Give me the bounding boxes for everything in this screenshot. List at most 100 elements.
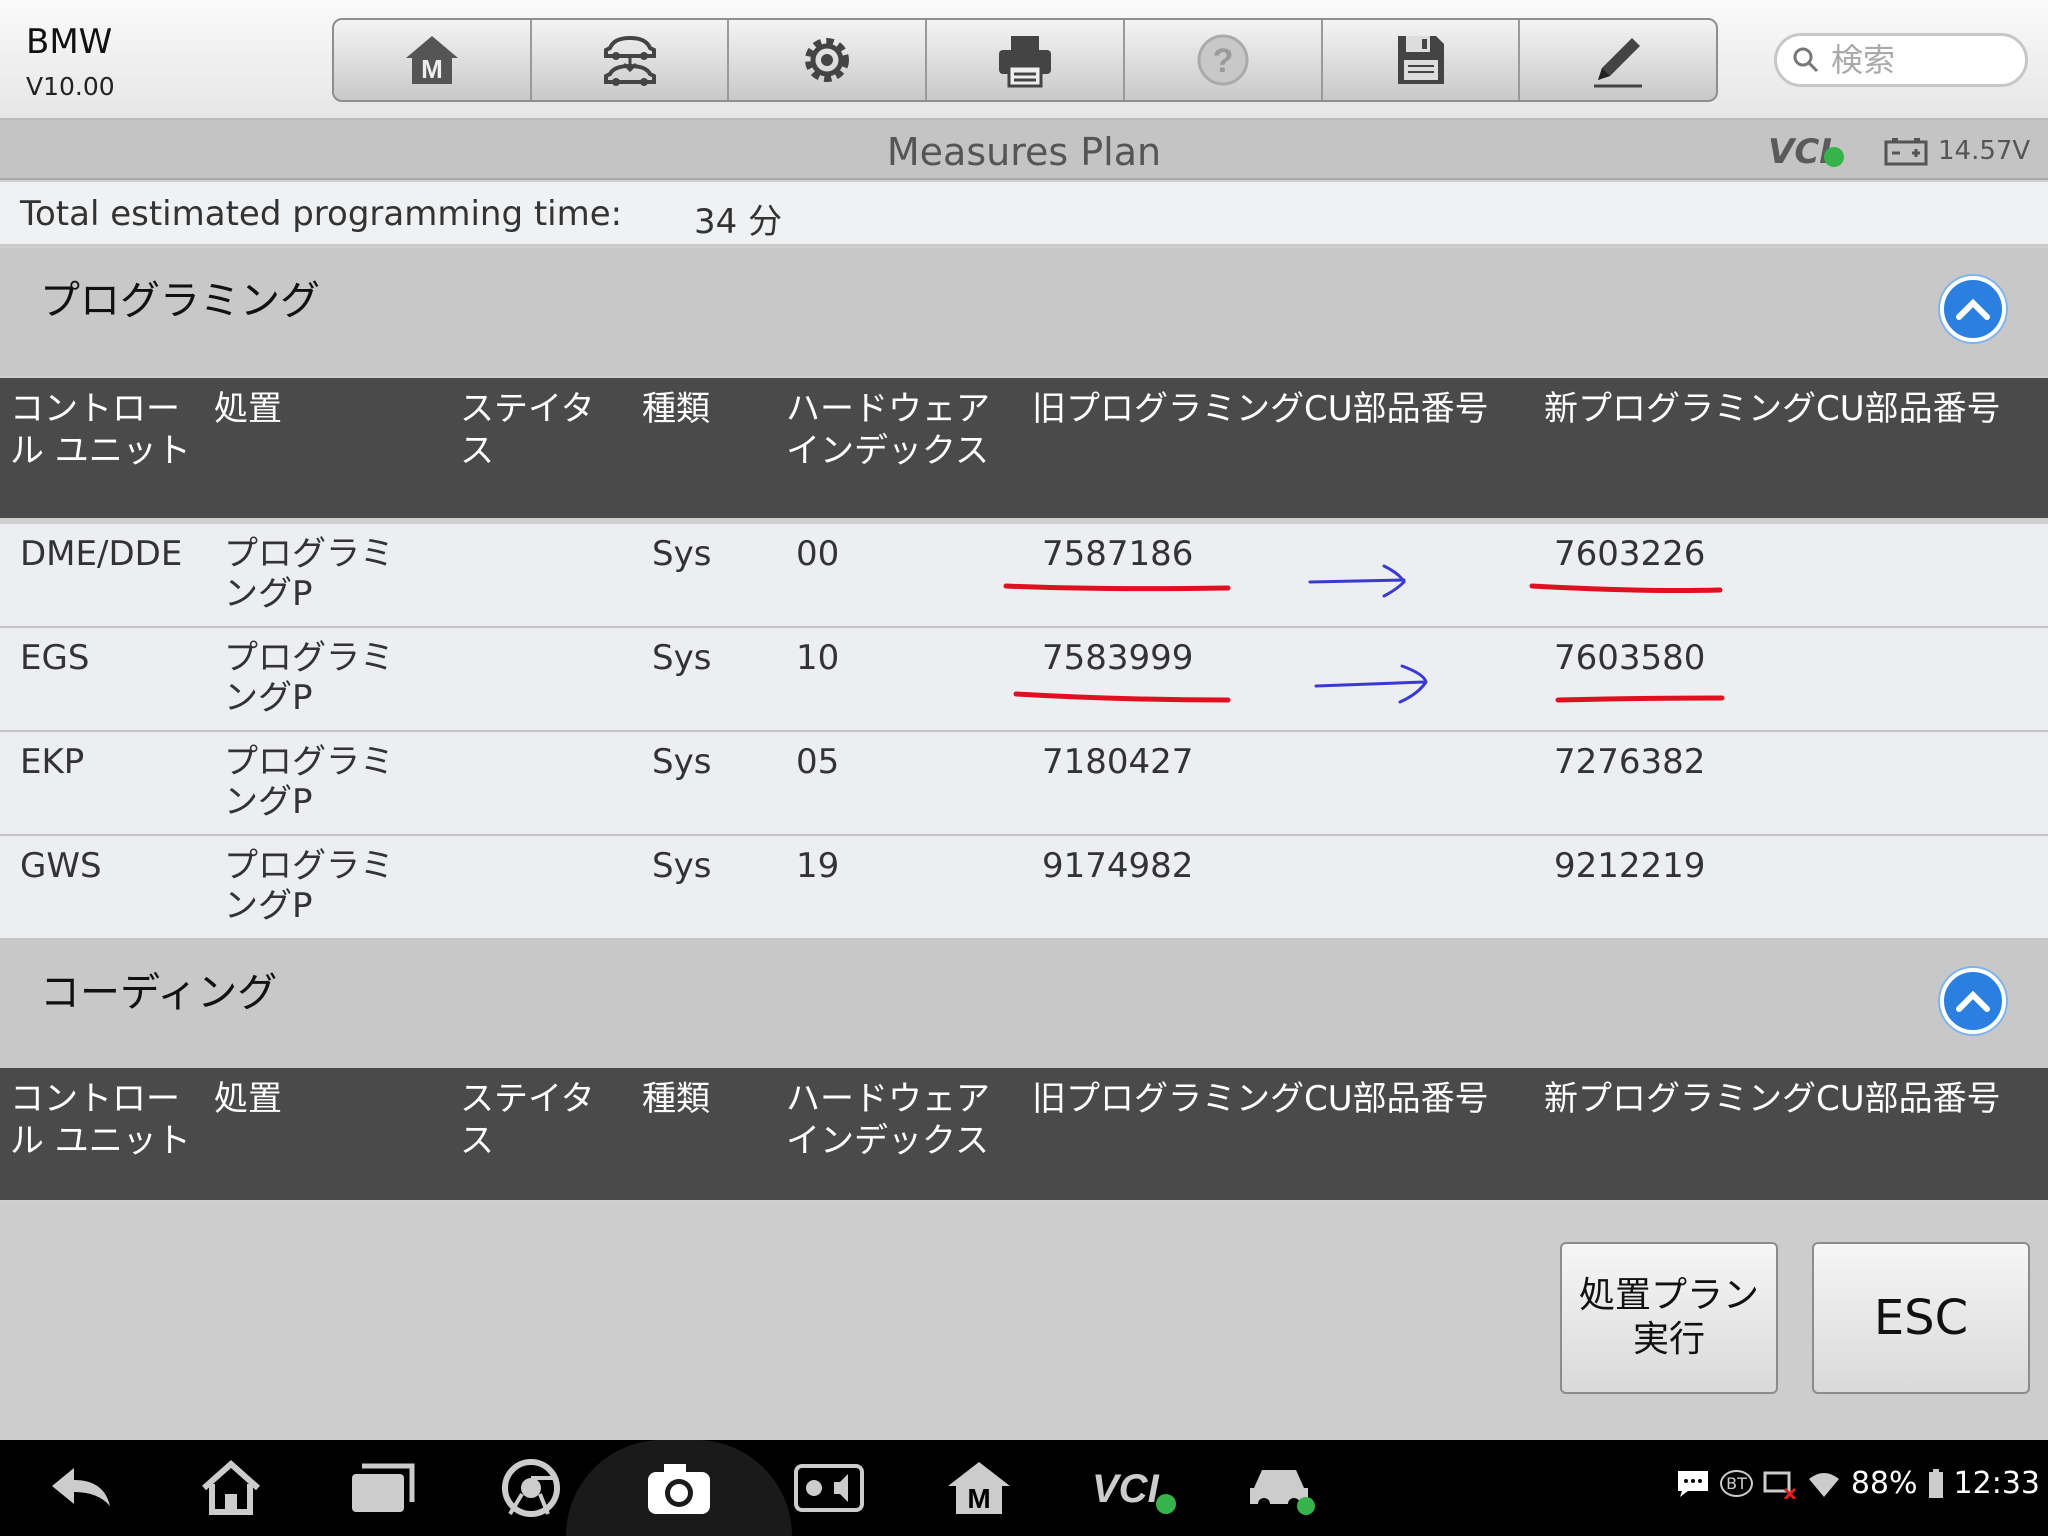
brightness-volume-button[interactable] xyxy=(794,1458,864,1518)
cell-old-part: 7180427 xyxy=(1042,742,1194,782)
search-box[interactable] xyxy=(1774,33,2028,87)
coding-table-header: コントロール ユニット 処置 ステイタス 種類 ハードウェアインデックス 旧プロ… xyxy=(0,1068,2048,1200)
coding-section-header[interactable]: コーディング xyxy=(0,940,2048,1068)
vehicle-swap-button[interactable] xyxy=(532,20,730,100)
car-icon xyxy=(1250,1470,1315,1515)
home-m-icon: M xyxy=(405,36,458,84)
cell-unit: DME/DDE xyxy=(20,534,183,574)
wifi-icon xyxy=(1808,1472,1839,1497)
cell-new-part: 7603226 xyxy=(1554,534,1706,574)
cell-action: プログラミングP xyxy=(224,846,394,926)
cell-hw-index: 19 xyxy=(796,846,840,886)
coding-section-title: コーディング xyxy=(40,970,278,1016)
pencil-icon xyxy=(1594,38,1643,88)
printer-icon xyxy=(999,36,1052,88)
message-icon xyxy=(1678,1470,1709,1497)
col-type: 種類 xyxy=(642,1079,710,1119)
chevron-up-icon xyxy=(1956,990,1990,1012)
android-home-button[interactable] xyxy=(196,1458,266,1518)
chevron-up-icon xyxy=(1956,298,1990,320)
table-row[interactable]: EGS プログラミングP Sys 10 7583999 7603580 xyxy=(0,628,2048,732)
cell-old-part: 7583999 xyxy=(1042,638,1194,678)
col-new-part-number: 新プログラミングCU部品番号 xyxy=(1544,389,2001,429)
collapse-programming-button[interactable] xyxy=(1940,276,2006,342)
top-bar: BMW V10.00 M ? 検索 xyxy=(0,0,2048,120)
print-button[interactable] xyxy=(927,20,1125,100)
vci-label: VCI xyxy=(1768,132,1832,172)
col-status: ステイタス xyxy=(460,1079,595,1161)
back-arrow-icon xyxy=(52,1468,110,1506)
cell-new-part: 9212219 xyxy=(1554,846,1706,886)
vehicle-swap-icon xyxy=(603,35,656,86)
execute-plan-button[interactable]: 処置プラン実行 xyxy=(1560,1242,1778,1394)
settings-button[interactable] xyxy=(729,20,928,100)
recent-apps-button[interactable] xyxy=(346,1458,416,1518)
vci-icon: VCI xyxy=(1092,1467,1176,1514)
esc-button[interactable]: ESC xyxy=(1812,1242,2030,1394)
cell-type: Sys xyxy=(652,846,712,886)
table-row[interactable]: DME/DDE プログラミングP Sys 00 7587186 7603226 xyxy=(0,524,2048,628)
estimated-time-label: Total estimated programming time: xyxy=(20,194,623,234)
network-error-icon xyxy=(1763,1471,1796,1499)
col-action: 処置 xyxy=(214,389,282,429)
camera-button[interactable] xyxy=(644,1458,714,1518)
vci-status: VCI xyxy=(1768,132,1852,172)
svg-text:VCI: VCI xyxy=(1092,1467,1160,1511)
cell-unit: GWS xyxy=(20,846,102,886)
vci-manager-button[interactable]: VCI xyxy=(1090,1458,1180,1518)
cell-type: Sys xyxy=(652,638,712,678)
col-hardware-index: ハードウェアインデックス xyxy=(786,389,990,471)
search-input[interactable] xyxy=(1831,41,2001,79)
table-row[interactable]: EKP プログラミングP Sys 05 7180427 7276382 xyxy=(0,732,2048,836)
search-icon xyxy=(1793,47,1819,73)
help-icon: ? xyxy=(1197,34,1249,86)
cell-action: プログラミングP xyxy=(224,742,394,822)
vehicle-status-button[interactable] xyxy=(1246,1458,1316,1518)
programming-table-header: コントロール ユニット 処置 ステイタス 種類 ハードウェアインデックス 旧プロ… xyxy=(0,378,2048,518)
programming-section-header[interactable]: プログラミング xyxy=(0,248,2048,376)
brand-block: BMW V10.00 xyxy=(26,22,115,101)
back-button[interactable] xyxy=(46,1458,116,1518)
home-m-icon: M xyxy=(948,1462,1010,1514)
edit-button[interactable] xyxy=(1520,20,1716,100)
action-area: 処置プラン実行 ESC xyxy=(0,1202,2048,1440)
app-version: V10.00 xyxy=(26,72,115,101)
maxisys-home-button[interactable]: M xyxy=(944,1458,1014,1518)
estimated-time-value: 34 分 xyxy=(694,202,783,242)
clock: 12:33 xyxy=(1953,1466,2040,1501)
vci-connected-icon xyxy=(1823,147,1844,167)
browser-button[interactable] xyxy=(496,1458,566,1518)
cell-old-part: 9174982 xyxy=(1042,846,1194,886)
system-status-area: BT 88% 12:33 xyxy=(1676,1466,2040,1501)
chrome-icon xyxy=(502,1459,560,1517)
cell-new-part: 7603580 xyxy=(1554,638,1706,678)
help-button[interactable]: ? xyxy=(1125,20,1323,100)
col-hardware-index: ハードウェアインデックス xyxy=(786,1079,990,1161)
recent-apps-icon xyxy=(352,1463,415,1512)
svg-text:?: ? xyxy=(1212,42,1233,80)
cell-hw-index: 00 xyxy=(796,534,840,574)
house-icon xyxy=(202,1459,260,1515)
cell-type: Sys xyxy=(652,534,712,574)
gear-icon xyxy=(805,38,850,82)
cell-action: プログラミングP xyxy=(224,638,394,718)
brightness-volume-icon xyxy=(794,1464,864,1512)
col-control-unit: コントロール ユニット xyxy=(10,389,191,471)
svg-text:M: M xyxy=(421,54,443,84)
home-button[interactable]: M xyxy=(334,20,532,100)
col-status: ステイタス xyxy=(460,389,595,471)
col-action: 処置 xyxy=(214,1079,282,1119)
cell-action: プログラミングP xyxy=(224,534,394,614)
collapse-coding-button[interactable] xyxy=(1940,968,2006,1034)
table-row[interactable]: GWS プログラミングP Sys 19 9174982 9212219 xyxy=(0,836,2048,940)
cell-hw-index: 10 xyxy=(796,638,840,678)
cell-hw-index: 05 xyxy=(796,742,840,782)
cell-unit: EKP xyxy=(20,742,85,782)
col-control-unit: コントロール ユニット xyxy=(10,1079,191,1161)
title-bar: Measures Plan VCI 14.57V xyxy=(0,120,2048,180)
save-button[interactable] xyxy=(1323,20,1521,100)
cell-old-part: 7587186 xyxy=(1042,534,1194,574)
programming-section-title: プログラミング xyxy=(40,278,320,324)
main-toolbar: M ? xyxy=(332,18,1718,102)
battery-voltage: 14.57V xyxy=(1938,136,2031,166)
